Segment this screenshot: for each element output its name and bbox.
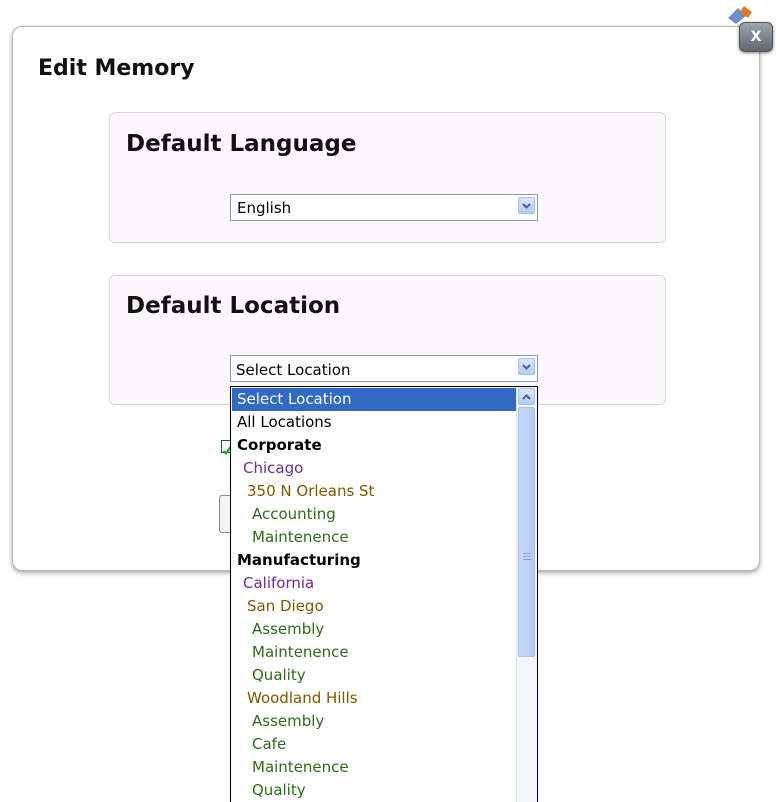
close-icon: X — [750, 29, 762, 45]
location-option[interactable]: San Diego — [232, 595, 517, 618]
location-option[interactable]: Corporate — [232, 434, 517, 457]
default-language-section: Default Language — [109, 112, 666, 243]
dialog-title: Edit Memory — [38, 56, 195, 81]
location-option[interactable]: 350 N Orleans St — [232, 480, 517, 503]
scroll-thumb[interactable] — [518, 407, 535, 657]
corner-decoration-icon — [728, 6, 752, 24]
language-select-value: English — [237, 199, 292, 217]
grip-icon — [523, 553, 531, 560]
location-option[interactable]: Accounting — [232, 503, 517, 526]
location-option[interactable]: Quality — [232, 779, 517, 802]
location-option[interactable]: All Locations — [232, 411, 517, 434]
location-option[interactable]: Maintenence — [232, 756, 517, 779]
section-heading-location: Default Location — [126, 293, 341, 319]
location-option[interactable]: California — [232, 572, 517, 595]
scrollbar[interactable] — [516, 387, 537, 802]
location-option[interactable]: Assembly — [232, 618, 517, 641]
close-button[interactable]: X — [739, 22, 773, 52]
location-select-value: Select Location — [236, 361, 351, 379]
location-option[interactable]: Manufacturing — [232, 549, 517, 572]
chevron-down-icon[interactable] — [518, 358, 535, 375]
language-select[interactable]: English — [230, 194, 538, 221]
location-option[interactable]: Assembly — [232, 710, 517, 733]
location-options: Select Location All Locations Corporate Chi… — [232, 388, 517, 802]
location-option[interactable]: Maintenence — [232, 641, 517, 664]
location-option[interactable]: Quality — [232, 664, 517, 687]
chevron-down-icon[interactable] — [518, 197, 535, 214]
location-option[interactable]: Chicago — [232, 457, 517, 480]
location-dropdown-list[interactable]: Select Location All Locations Corporate Chi… — [230, 386, 538, 802]
location-option[interactable]: Maintenence — [232, 526, 517, 549]
location-option[interactable]: Select Location — [232, 388, 517, 411]
location-option[interactable]: Cafe — [232, 733, 517, 756]
chevron-up-icon[interactable] — [518, 388, 535, 405]
location-option[interactable]: Woodland Hills — [232, 687, 517, 710]
location-select[interactable]: Select Location — [230, 355, 538, 382]
section-heading-language: Default Language — [126, 131, 357, 157]
